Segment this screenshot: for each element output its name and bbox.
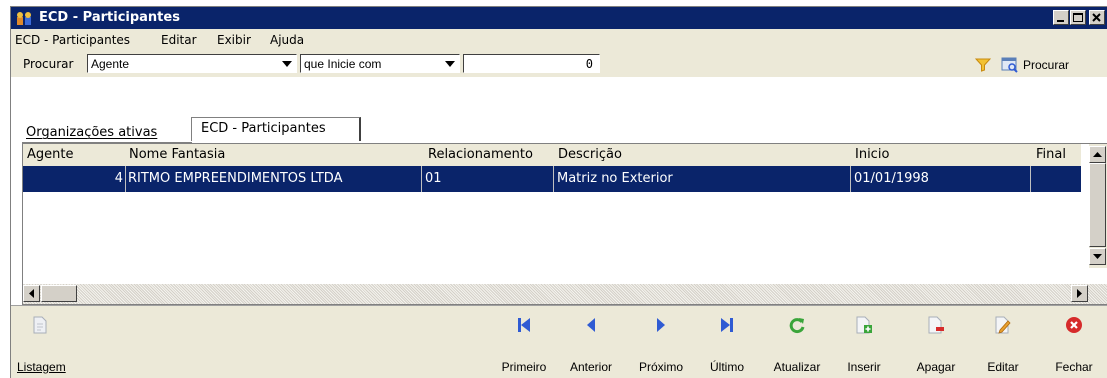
scroll-right-button[interactable] [1071, 285, 1088, 302]
arrow-up-icon [1093, 152, 1102, 157]
app-people-icon [17, 12, 31, 25]
search-value-input[interactable]: 0 [463, 54, 600, 73]
menu-ajuda[interactable]: Ajuda [270, 33, 304, 47]
anterior-button[interactable]: Anterior [561, 312, 621, 374]
horizontal-scrollbar[interactable] [23, 284, 1107, 304]
ultimo-label: Último [709, 360, 744, 374]
filter-icon[interactable] [975, 58, 991, 72]
tab-label: Organizações ativas [26, 125, 158, 140]
anterior-label: Anterior [569, 360, 613, 374]
editar-button[interactable]: Editar [979, 312, 1027, 374]
edit-icon [995, 316, 1011, 334]
table-row[interactable]: 4 RITMO EMPREENDIMENTOS LTDA 01 Matriz n… [23, 166, 1081, 192]
search-field-value: Agente [91, 57, 130, 71]
column-header-final[interactable]: Final [1036, 147, 1066, 162]
editar-label: Editar [987, 360, 1019, 374]
participants-grid: Agente Nome Fantasia Relacionamento Desc… [22, 143, 1107, 305]
scroll-down-button[interactable] [1089, 248, 1106, 265]
scroll-thumb[interactable] [1089, 163, 1106, 247]
column-header-descricao[interactable]: Descrição [558, 147, 622, 162]
procurar-label: Procurar [1023, 58, 1070, 72]
title-bar: ECD - Participantes [11, 7, 1107, 29]
refresh-icon [789, 318, 805, 334]
search-window-icon [1001, 57, 1018, 73]
arrow-left-icon [29, 289, 34, 298]
bottom-toolbar: Listagem Primeiro Anterior Próximo Últim… [11, 305, 1107, 378]
atualizar-button[interactable]: Atualizar [764, 312, 830, 374]
chevron-down-icon [445, 61, 455, 67]
search-mode-select[interactable]: que Inicie com [300, 54, 460, 73]
chevron-down-icon [282, 61, 292, 67]
vertical-scrollbar[interactable] [1089, 144, 1107, 268]
main-window: ECD - Participantes ECD - Participantes … [10, 6, 1107, 378]
atualizar-label: Atualizar [773, 360, 821, 374]
close-red-icon [1066, 317, 1082, 333]
window-title: ECD - Participantes [39, 10, 180, 25]
proximo-label: Próximo [638, 360, 683, 374]
column-header-inicio[interactable]: Inicio [855, 147, 889, 162]
cell-inicio: 01/01/1998 [851, 166, 1031, 192]
proximo-button[interactable]: Próximo [631, 312, 691, 374]
maximize-button[interactable] [1070, 10, 1086, 25]
procurar-button[interactable]: Procurar [1001, 55, 1107, 75]
listagem-text: Listagem [17, 360, 66, 374]
menu-editar[interactable]: Editar [161, 33, 197, 47]
tab-organizacoes-ativas[interactable]: Organizações ativas [22, 119, 192, 143]
minimize-icon [1057, 20, 1064, 22]
delete-icon [928, 316, 944, 334]
insert-icon [856, 316, 872, 334]
fechar-label: Fechar [1055, 360, 1093, 374]
inserir-button[interactable]: Inserir [839, 312, 889, 374]
inserir-label: Inserir [847, 360, 881, 374]
primeiro-button[interactable]: Primeiro [495, 312, 553, 374]
close-icon [1092, 13, 1101, 22]
next-icon [657, 318, 665, 332]
column-header-agente[interactable]: Agente [27, 147, 73, 162]
previous-icon [587, 318, 595, 332]
maximize-icon [1073, 13, 1083, 22]
search-bar: Procurar Agente que Inicie com 0 Procura… [11, 50, 1107, 76]
scroll-left-button[interactable] [23, 285, 40, 302]
arrow-down-icon [1093, 254, 1102, 259]
menu-bar: ECD - Participantes Editar Exibir Ajuda [11, 29, 1107, 49]
grid-header: Agente Nome Fantasia Relacionamento Desc… [23, 144, 1081, 166]
last-record-icon [721, 318, 733, 332]
search-mode-value: que Inicie com [304, 57, 382, 71]
fechar-button[interactable]: Fechar [1049, 312, 1099, 374]
column-header-relacionamento[interactable]: Relacionamento [428, 147, 533, 162]
document-icon [33, 316, 47, 334]
tab-ecd-participantes[interactable]: ECD - Participantes [191, 117, 361, 141]
cell-descricao: Matriz no Exterior [554, 166, 851, 192]
column-header-nome-fantasia[interactable]: Nome Fantasia [129, 147, 225, 162]
cell-relacionamento: 01 [422, 166, 554, 192]
primeiro-label: Primeiro [501, 360, 547, 374]
close-window-button[interactable] [1089, 10, 1105, 25]
arrow-right-icon [1077, 289, 1082, 298]
scroll-up-button[interactable] [1089, 146, 1106, 163]
ultimo-button[interactable]: Último [701, 312, 753, 374]
apagar-label: Apagar [916, 360, 956, 374]
menu-ecd-participantes[interactable]: ECD - Participantes [15, 33, 130, 47]
cell-agente: 4 [23, 166, 126, 192]
search-label: Procurar [23, 57, 74, 71]
tab-label: ECD - Participantes [201, 121, 326, 136]
search-field-select[interactable]: Agente [87, 54, 297, 73]
menu-exibir[interactable]: Exibir [217, 33, 251, 47]
minimize-button[interactable] [1053, 10, 1069, 25]
listagem-label: Listagem [17, 360, 77, 374]
listagem-button[interactable]: Listagem [17, 312, 77, 374]
search-value: 0 [585, 57, 593, 71]
horizontal-scroll-thumb[interactable] [41, 285, 77, 302]
cell-nome-fantasia: RITMO EMPREENDIMENTOS LTDA [126, 166, 422, 192]
cell-final [1031, 166, 1081, 192]
first-record-icon [518, 318, 530, 332]
apagar-button[interactable]: Apagar [909, 312, 963, 374]
